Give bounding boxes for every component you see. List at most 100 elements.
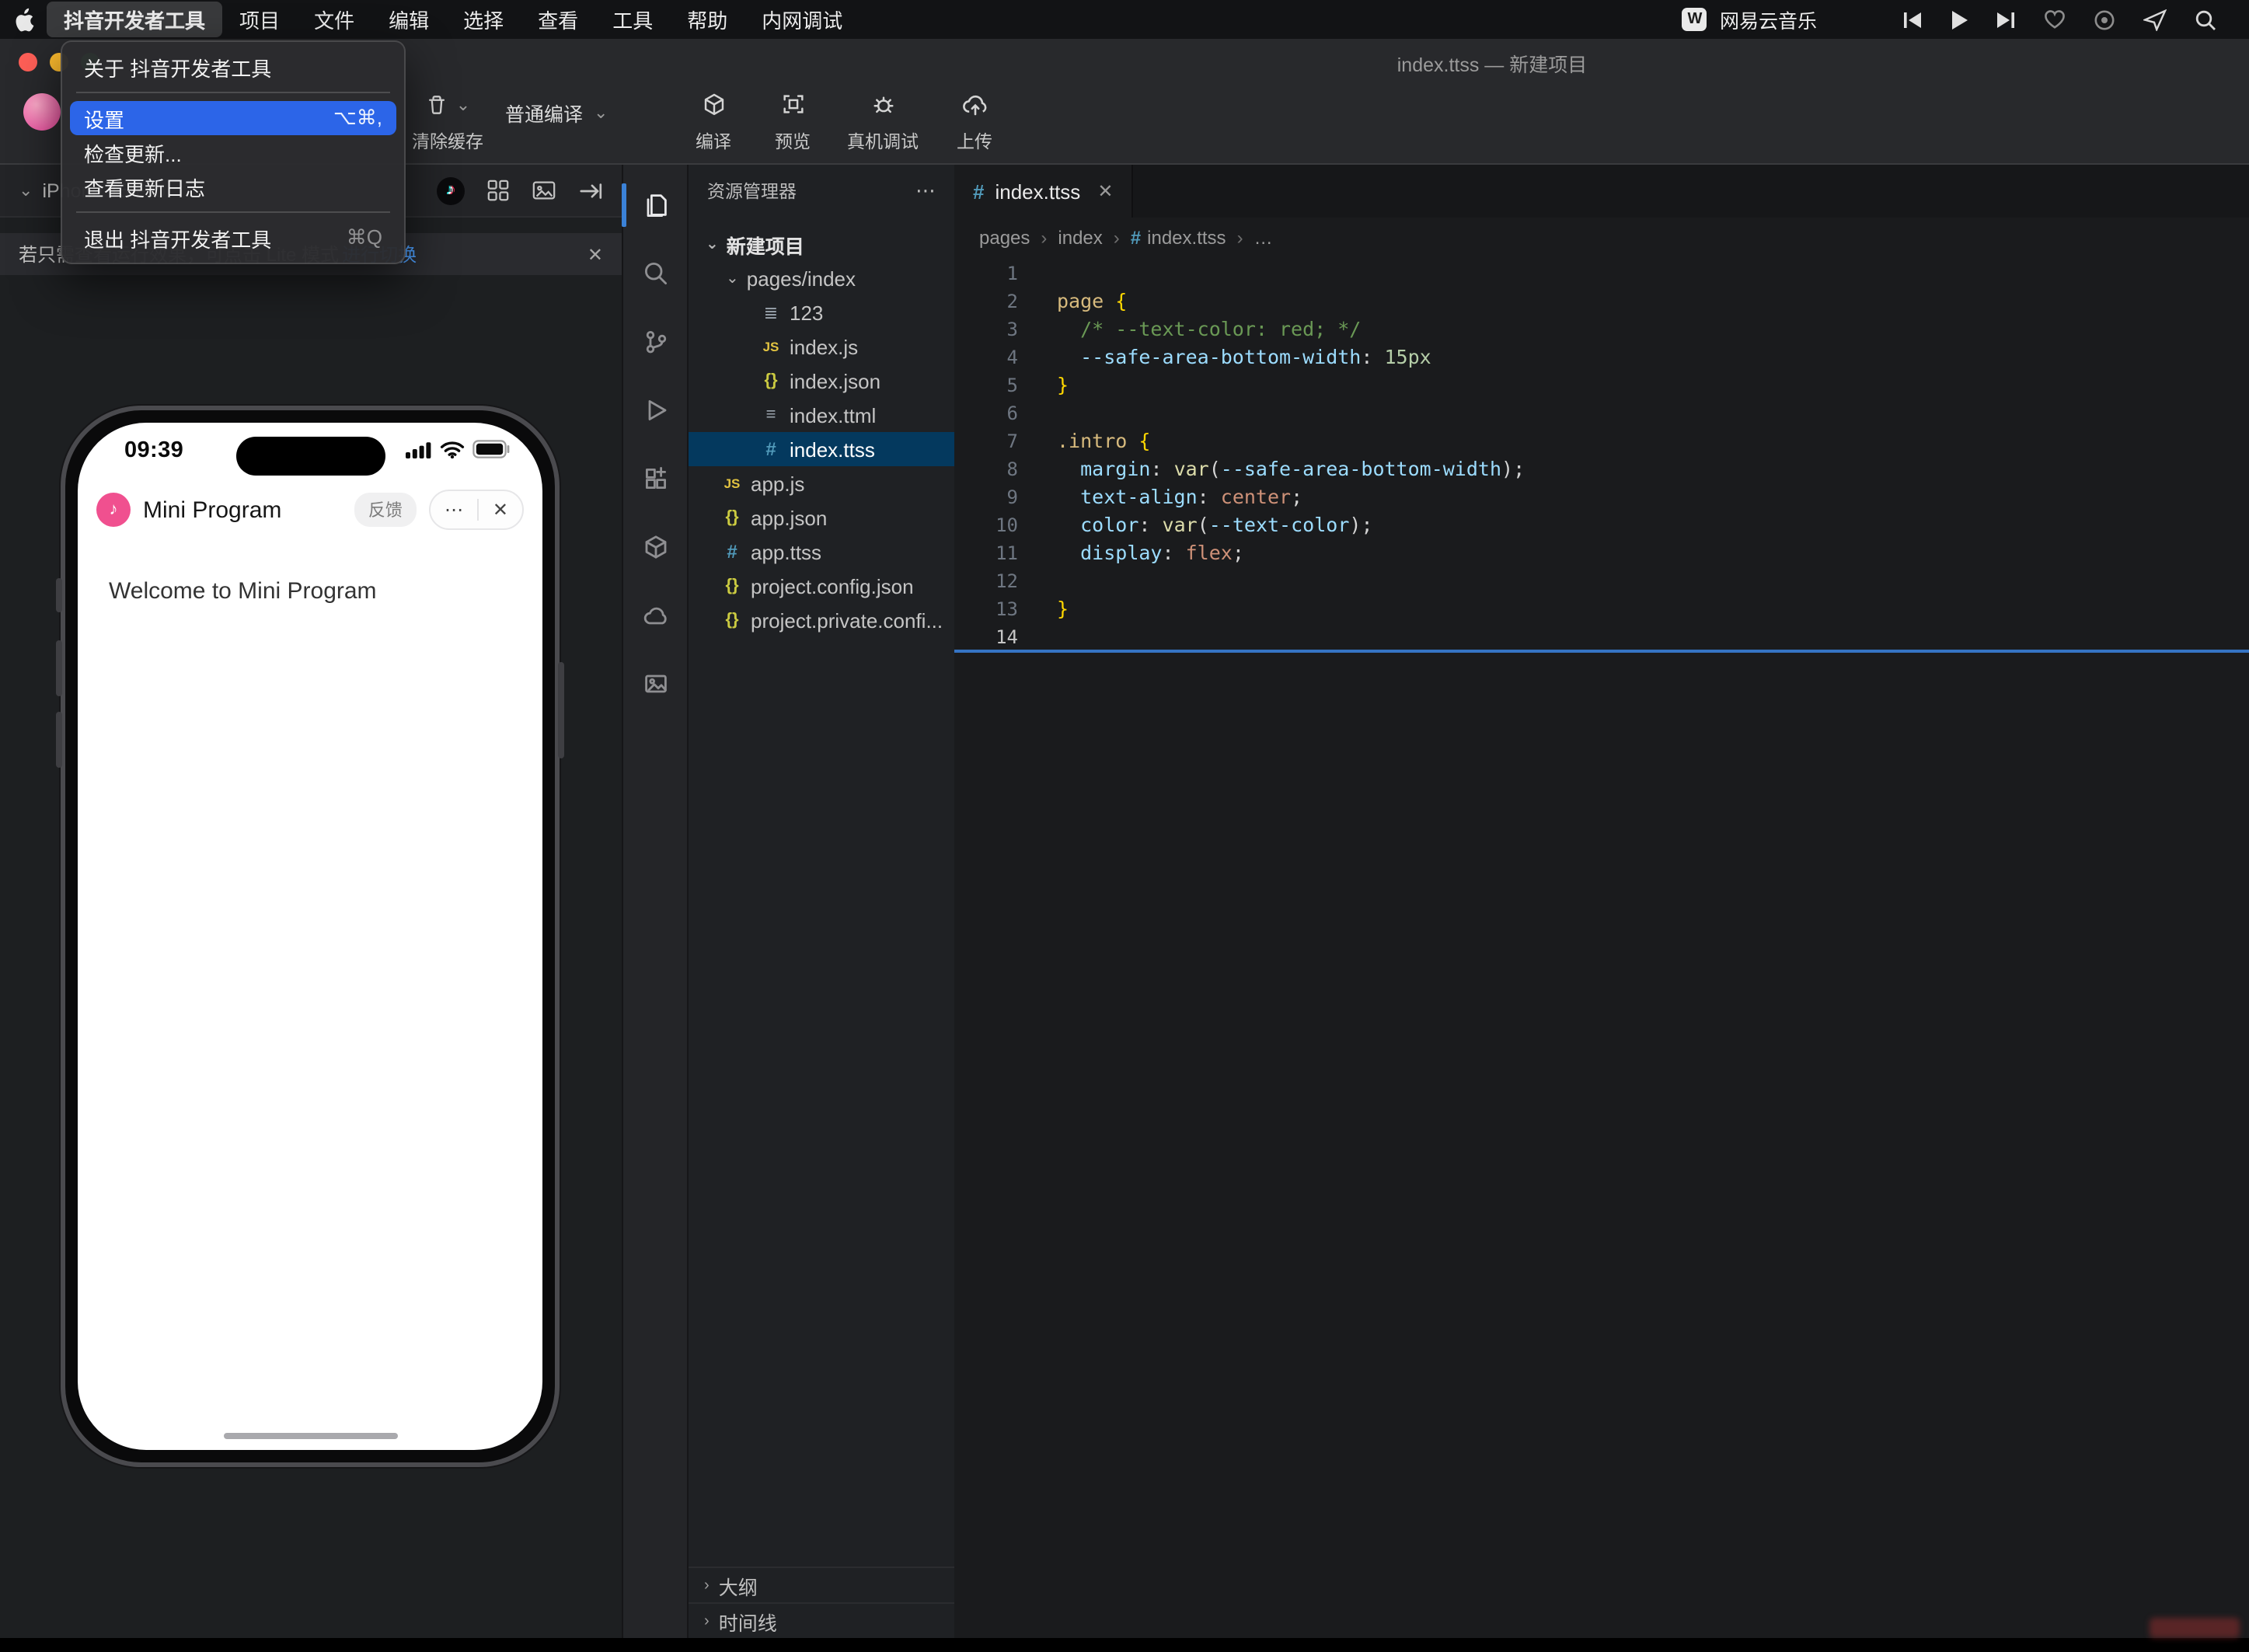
menubar-item-选择[interactable]: 选择 — [446, 5, 521, 34]
explorer-header: 资源管理器 ⋯ — [707, 179, 936, 204]
arrow-right-icon[interactable] — [578, 179, 603, 201]
app-menu-item[interactable]: 退出 抖音开发者工具 ⌘Q — [70, 221, 396, 255]
compile-mode-dropdown[interactable]: 普通编译 ⌄ — [505, 95, 608, 129]
run-debug-icon[interactable] — [622, 376, 689, 444]
close-icon[interactable]: ✕ — [479, 493, 522, 527]
app-menu-item[interactable]: 关于 抖音开发者工具 — [70, 50, 396, 84]
package-icon[interactable] — [622, 513, 689, 581]
media-next-icon[interactable] — [1982, 10, 2030, 29]
explorer-root[interactable]: ⌄ 新建项目 — [689, 227, 954, 261]
compile-button[interactable]: 编译 — [675, 87, 752, 154]
grid-icon[interactable] — [486, 179, 510, 202]
preview-button[interactable]: 预览 — [754, 87, 832, 154]
code-line[interactable]: 10 color: var(--text-color); — [954, 511, 2249, 539]
line-number[interactable]: 12 — [954, 567, 1018, 595]
code-line[interactable]: 6 — [954, 399, 2249, 427]
app-menu-item[interactable]: 检查更新... — [70, 135, 396, 169]
line-number[interactable]: 5 — [954, 371, 1018, 399]
explorer-item-index.json[interactable]: {} index.json — [689, 364, 954, 398]
extensions-icon[interactable] — [622, 444, 689, 513]
line-number[interactable]: 10 — [954, 511, 1018, 539]
app-menu-item[interactable]: 查看更新日志 — [70, 169, 396, 204]
code-line[interactable]: 13} — [954, 595, 2249, 623]
heart-icon[interactable] — [2030, 9, 2080, 30]
screenshot-icon[interactable] — [532, 179, 556, 202]
line-number[interactable]: 9 — [954, 483, 1018, 511]
explorer-icon[interactable] — [622, 171, 689, 239]
timeline-section[interactable]: › 时间线 — [689, 1602, 954, 1638]
close-icon[interactable]: ✕ — [588, 243, 603, 265]
app-menu-item[interactable]: 设置 ⌥⌘, — [70, 101, 396, 135]
code-editor[interactable]: 1 2 page {3 /* --text-color: red; */4 --sa… — [954, 258, 2249, 653]
breadcrumb-item[interactable]: index — [1058, 227, 1102, 249]
code-line[interactable]: 7 .intro { — [954, 427, 2249, 455]
explorer-item-index.ttml[interactable]: ≡ index.ttml — [689, 398, 954, 432]
upload-button[interactable]: 上传 — [936, 87, 1013, 154]
menubar-item-查看[interactable]: 查看 — [521, 5, 595, 34]
code-line[interactable]: 1 — [954, 260, 2249, 288]
more-actions-icon[interactable]: ⋯ — [915, 179, 936, 204]
code-line[interactable]: 4 --safe-area-bottom-width: 15px — [954, 343, 2249, 371]
explorer-item-app.js[interactable]: JS app.js — [689, 466, 954, 500]
code-line[interactable]: 14 — [954, 623, 2249, 653]
feedback-button[interactable]: 反馈 — [354, 493, 417, 527]
code-line[interactable]: 11 display: flex; — [954, 539, 2249, 567]
explorer-item-123[interactable]: ≣ 123 — [689, 295, 954, 329]
remote-debug-button[interactable]: 真机调试 — [828, 87, 937, 154]
media-previous-icon[interactable] — [1888, 10, 1937, 29]
menubar-item-文件[interactable]: 文件 — [297, 5, 371, 34]
cloud-icon[interactable] — [622, 581, 689, 650]
menubar-item-工具[interactable]: 工具 — [595, 5, 670, 34]
code-line[interactable]: 12 — [954, 567, 2249, 595]
clear-cache-button[interactable]: ⌄ 清除缓存 — [401, 87, 494, 154]
user-avatar[interactable] — [23, 93, 61, 131]
breadcrumb-item[interactable]: pages — [979, 227, 1030, 249]
search-icon[interactable] — [2181, 9, 2230, 30]
media-play-icon[interactable] — [1937, 10, 1982, 29]
code-line[interactable]: 5} — [954, 371, 2249, 399]
now-playing-label[interactable]: 网易云音乐 — [1720, 5, 1817, 34]
line-number[interactable]: 6 — [954, 399, 1018, 427]
line-number[interactable]: 7 — [954, 427, 1018, 455]
search-icon[interactable] — [622, 239, 689, 308]
explorer-item-index.js[interactable]: JS index.js — [689, 329, 954, 364]
code-line[interactable]: 3 /* --text-color: red; */ — [954, 315, 2249, 343]
line-number[interactable]: 8 — [954, 455, 1018, 483]
line-number[interactable]: 1 — [954, 260, 1018, 288]
explorer-item-pages/index[interactable]: ⌄ pages/index — [689, 261, 954, 295]
menu-separator — [76, 211, 390, 213]
line-number[interactable]: 14 — [954, 623, 1018, 651]
line-number[interactable]: 11 — [954, 539, 1018, 567]
explorer-item-project.config.json[interactable]: {} project.config.json — [689, 569, 954, 603]
send-icon[interactable] — [2129, 9, 2181, 30]
source-control-icon[interactable] — [622, 308, 689, 376]
more-icon[interactable]: ⋯ — [431, 493, 477, 527]
line-number[interactable]: 13 — [954, 595, 1018, 623]
w-badge-icon[interactable]: W — [1682, 8, 1707, 31]
explorer-item-app.json[interactable]: {} app.json — [689, 500, 954, 535]
menubar-item-编辑[interactable]: 编辑 — [371, 5, 446, 34]
explorer-item-app.ttss[interactable]: # app.ttss — [689, 535, 954, 569]
line-number[interactable]: 4 — [954, 343, 1018, 371]
tiktok-logo-icon[interactable]: ♪ — [437, 176, 465, 204]
breadcrumb-item[interactable]: … — [1254, 227, 1273, 249]
outline-section[interactable]: › 大纲 — [689, 1567, 954, 1602]
code-line[interactable]: 9 text-align: center; — [954, 483, 2249, 511]
menubar-app-name[interactable]: 抖音开发者工具 — [47, 2, 223, 37]
code-line[interactable]: 8 margin: var(--safe-area-bottom-width); — [954, 455, 2249, 483]
close-tab-icon[interactable]: ✕ — [1097, 180, 1113, 202]
tab-index-ttss[interactable]: # index.ttss ✕ — [954, 165, 1134, 218]
explorer-item-index.ttss[interactable]: # index.ttss — [689, 432, 954, 466]
explorer-item-project.private.confi...[interactable]: {} project.private.confi... — [689, 603, 954, 637]
media-icon[interactable] — [622, 650, 689, 718]
menubar-item-内网调试[interactable]: 内网调试 — [744, 5, 860, 34]
breadcrumb-item[interactable]: # index.ttss — [1131, 227, 1226, 249]
close-window-button[interactable] — [19, 53, 37, 71]
apple-menu-icon[interactable] — [0, 7, 47, 32]
menubar-item-帮助[interactable]: 帮助 — [670, 5, 744, 34]
line-number[interactable]: 2 — [954, 288, 1018, 315]
menubar-item-项目[interactable]: 项目 — [222, 5, 297, 34]
line-number[interactable]: 3 — [954, 315, 1018, 343]
code-line[interactable]: 2 page { — [954, 288, 2249, 315]
record-icon[interactable] — [2080, 9, 2129, 30]
